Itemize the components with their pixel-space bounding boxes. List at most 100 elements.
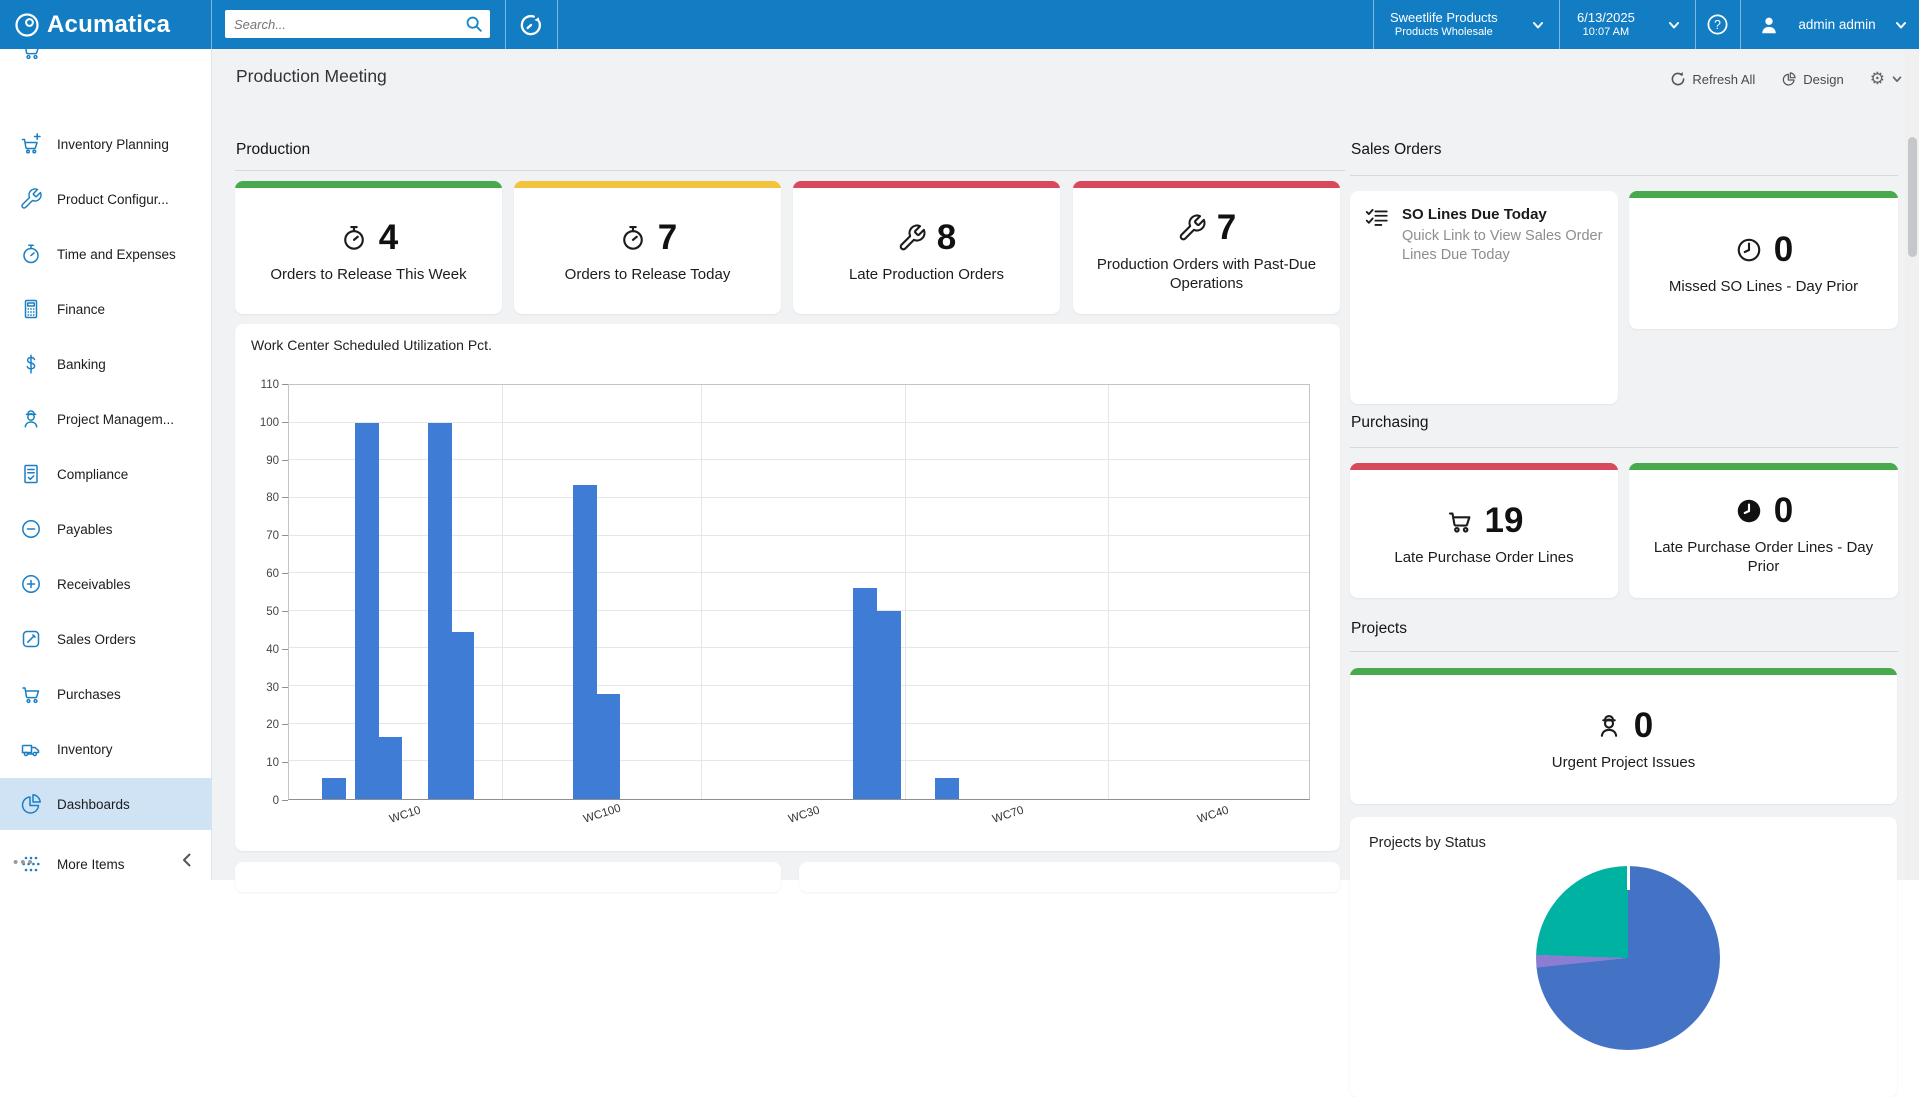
kpi-card-orders-to-release-today[interactable]: 7 Orders to Release Today: [514, 181, 781, 314]
business-time: 10:07 AM: [1583, 26, 1629, 40]
acumatica-logo[interactable]: Acumatica: [14, 0, 170, 49]
sidebar-item-payables[interactable]: Payables: [0, 503, 212, 555]
x-axis-label: WC30: [787, 804, 821, 825]
utilization-chart-card[interactable]: Work Center Scheduled Utilization Pct. 0…: [235, 324, 1340, 851]
help-icon: ?: [1706, 13, 1729, 36]
y-tick-label: 100: [260, 417, 279, 429]
sidebar-item-sales-orders[interactable]: Sales Orders: [0, 613, 212, 665]
sidebar-item-receivables[interactable]: Receivables: [0, 558, 212, 610]
utilization-bar: [322, 778, 346, 799]
cart-icon: [19, 49, 43, 61]
brand-name: Acumatica: [47, 11, 170, 39]
minus-circle-icon: [19, 517, 43, 541]
y-tick-label: 10: [266, 757, 279, 769]
quick-link-subtitle: Quick Link to View Sales Order Lines Due…: [1402, 227, 1604, 265]
chevron-left-icon: [179, 851, 195, 869]
vertical-scrollbar[interactable]: [1905, 49, 1919, 880]
design-button[interactable]: Design: [1781, 71, 1843, 87]
x-axis-labels: WC10WC100WC30WC70WC40: [288, 806, 1310, 840]
partial-card[interactable]: [235, 862, 781, 892]
sidebar-item-purchases[interactable]: Purchases: [0, 668, 212, 720]
y-tick-label: 30: [266, 682, 279, 694]
y-tick-label: 60: [266, 568, 279, 580]
wrench-icon: [19, 187, 43, 211]
x-axis-label: WC100: [583, 802, 623, 825]
sidebar-item-finance[interactable]: Finance: [0, 283, 212, 335]
business-date-button[interactable]: [505, 0, 557, 49]
topbar-divider: [211, 0, 212, 49]
chevron-down-icon: [1667, 18, 1681, 32]
truck-icon: [19, 737, 43, 761]
acumatica-logo-icon: [14, 12, 40, 38]
gear-icon: ⚙: [1870, 69, 1885, 89]
kpi-accent-bar: [1073, 181, 1340, 188]
refresh-all-button[interactable]: Refresh All: [1670, 71, 1755, 87]
kpi-accent-bar: [235, 181, 502, 188]
stopwatch-icon: [339, 223, 369, 253]
gridline: [701, 385, 702, 799]
utilization-bar: [596, 694, 620, 799]
company-selector[interactable]: Sweetlife Products Products Wholesale: [1390, 0, 1545, 49]
chart-title: Work Center Scheduled Utilization Pct.: [251, 337, 492, 353]
y-tick-label: 110: [261, 379, 279, 391]
quick-link-title: SO Lines Due Today: [1402, 206, 1604, 223]
sidebar-item-project-management[interactable]: Project Managem...: [0, 393, 212, 445]
kpi-value: 19: [1485, 501, 1524, 541]
search-input[interactable]: [225, 17, 464, 32]
y-tick-label: 50: [266, 606, 279, 618]
sidebar-item-inventory-planning[interactable]: Inventory Planning: [0, 118, 212, 170]
chevron-down-icon: [1891, 73, 1903, 85]
chevron-down-icon: [1531, 18, 1545, 32]
gridline: [502, 385, 503, 799]
kpi-accent-bar: [1350, 668, 1897, 675]
sidebar-item-time-and-expenses[interactable]: Time and Expenses: [0, 228, 212, 280]
partial-card[interactable]: [799, 862, 1340, 892]
kpi-card-late-purchase-order-lines[interactable]: 19 Late Purchase Order Lines: [1350, 463, 1618, 598]
sidebar-item-label: Sales Orders: [57, 632, 136, 647]
user-menu[interactable]: admin admin: [1758, 0, 1908, 49]
sidebar-collapse-button[interactable]: [179, 851, 195, 874]
business-date: 6/13/2025: [1577, 10, 1635, 26]
sidebar-item-partial[interactable]: [19, 49, 45, 61]
kpi-card-production-orders-past-due[interactable]: 7 Production Orders with Past-Due Operat…: [1073, 181, 1340, 314]
refresh-icon: [1670, 71, 1686, 87]
quick-link-card-so-lines-due-today[interactable]: SO Lines Due Today Quick Link to View Sa…: [1350, 191, 1618, 404]
kpi-accent-bar: [514, 181, 781, 188]
kpi-card-missed-so-lines[interactable]: 0 Missed SO Lines - Day Prior: [1629, 191, 1898, 329]
sidebar-item-label: Payables: [57, 522, 113, 537]
sidebar-item-label: Compliance: [57, 467, 128, 482]
utilization-bar: [935, 778, 959, 799]
projects-by-status-card[interactable]: Projects by Status: [1350, 817, 1897, 1097]
utilization-bar: [378, 737, 402, 799]
kpi-card-urgent-project-issues[interactable]: 0 Urgent Project Issues: [1350, 668, 1897, 804]
section-title-production: Production: [236, 141, 310, 159]
sidebar-item-inventory[interactable]: Inventory: [0, 723, 212, 775]
sidebar-item-compliance[interactable]: Compliance: [0, 448, 212, 500]
kpi-card-orders-to-release-this-week[interactable]: 4 Orders to Release This Week: [235, 181, 502, 314]
help-button[interactable]: ?: [1695, 0, 1740, 49]
scrollbar-thumb[interactable]: [1908, 137, 1917, 257]
kpi-card-late-po-lines-day-prior[interactable]: 0 Late Purchase Order Lines - Day Prior: [1629, 463, 1898, 598]
datetime-selector[interactable]: 6/13/2025 10:07 AM: [1577, 0, 1681, 49]
kpi-accent-bar: [793, 181, 1060, 188]
company-branch: Products Wholesale: [1395, 26, 1493, 40]
section-title-sales-orders: Sales Orders: [1351, 141, 1441, 159]
svg-text:?: ?: [1714, 18, 1721, 32]
section-title-purchasing: Purchasing: [1351, 414, 1429, 432]
sidebar-item-product-configurator[interactable]: Product Configur...: [0, 173, 212, 225]
sidebar-item-label: Receivables: [57, 577, 131, 592]
kpi-value: 8: [937, 218, 956, 258]
sidebar-item-dashboards[interactable]: Dashboards: [0, 778, 212, 830]
refresh-all-label: Refresh All: [1692, 72, 1755, 87]
stopwatch-icon: [19, 242, 43, 266]
page-title: Production Meeting: [236, 66, 387, 87]
dashboard-settings-button[interactable]: ⚙: [1870, 69, 1903, 89]
topbar-divider: [557, 0, 558, 49]
kpi-card-late-production-orders[interactable]: 8 Late Production Orders: [793, 181, 1060, 314]
cart-plus-icon: [19, 132, 43, 156]
kpi-label: Late Purchase Order Lines: [1394, 549, 1573, 568]
sidebar-item-label: More Items: [57, 857, 125, 872]
sidebar-more-options[interactable]: •••: [13, 854, 35, 871]
sidebar-item-banking[interactable]: Banking: [0, 338, 212, 390]
search-icon[interactable]: [464, 14, 484, 34]
